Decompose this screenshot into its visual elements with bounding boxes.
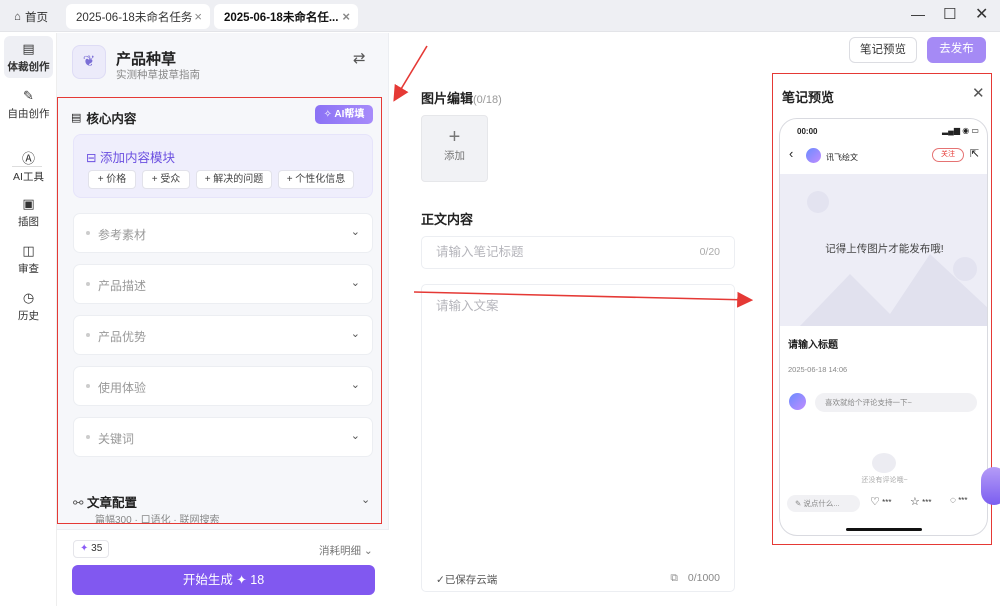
ai-help-button[interactable]: ✧ AI帮填 <box>315 105 373 124</box>
section-experience[interactable]: 使用体验 ⌄ <box>73 366 373 406</box>
left-nav: ▤ 体裁创作 ✎ 自由创作 Ⓐ AI工具 ▣ 插图 ◫ 审查 ◷ 历史 <box>0 33 57 606</box>
commenter-avatar <box>789 393 806 410</box>
chip-personal[interactable]: + 个性化信息 <box>278 170 354 189</box>
chevron-down-icon: ⌄ <box>350 277 360 289</box>
account-avatar <box>806 148 821 163</box>
comment-count: ◌ *** <box>950 495 968 506</box>
home-icon: ⌂ <box>14 10 21 23</box>
panel-subtitle: 实测种草拔草指南 <box>116 69 200 81</box>
star-count: ☆ *** <box>910 496 932 508</box>
note-title-input[interactable]: 请输入笔记标题 0/20 <box>421 236 735 269</box>
nav-free-writing[interactable]: ✎ 自由创作 <box>4 83 53 125</box>
swap-icon[interactable]: ⇄ <box>353 49 366 67</box>
section-description[interactable]: 产品描述 ⌄ <box>73 264 373 304</box>
image-placeholder: 记得上传图片才能发布哦! <box>780 174 987 326</box>
config-summary: 篇幅300 · 口语化 · 联网搜索 <box>95 515 220 526</box>
note-preview-panel: 笔记预览 ✕ 00:00 ▂▄▆ ◉ ▭ ‹ 讯飞绘文 关注 ⇱ 记得上传图片才… <box>767 65 1000 606</box>
nav-genre-writing[interactable]: ▤ 体裁创作 <box>4 36 53 78</box>
coin-icon: ✦ <box>236 573 247 587</box>
minimize-icon[interactable]: — <box>911 6 925 22</box>
coin-icon: ✦ <box>80 543 89 554</box>
image-icon: ▣ <box>22 196 35 211</box>
home-indicator <box>846 528 922 531</box>
pen-icon: ✎ <box>23 88 34 103</box>
close-icon[interactable]: × <box>342 9 350 24</box>
note-preview-button[interactable]: 笔记预览 <box>849 37 917 63</box>
share-icon: ⇱ <box>970 148 980 160</box>
title-bar: ⌂ 首页 2025-06-18未命名任务 × 2025-06-18未命名任... × … <box>0 0 1000 32</box>
copy-icon[interactable]: ⧉ <box>670 572 678 584</box>
generate-button[interactable]: 开始生成 ✦ 18 <box>72 565 375 595</box>
tab-task-1[interactable]: 2025-06-18未命名任务 × <box>66 4 210 29</box>
bookmark-icon: ⊟ <box>86 151 100 165</box>
config-heading[interactable]: ⚯ 文章配置 <box>73 492 137 511</box>
body-count: ⧉ 0/1000 <box>670 572 720 584</box>
empty-illustration <box>872 453 896 473</box>
wand-icon: ✧ <box>323 109 335 120</box>
star-icon: ☆ <box>910 496 920 508</box>
nav-review[interactable]: ◫ 审查 <box>4 238 53 280</box>
add-image-button[interactable]: + 添加 <box>421 115 488 182</box>
say-something: ✎ 说点什么... <box>787 495 860 512</box>
chevron-down-icon: ⌄ <box>350 430 360 442</box>
consume-detail-link[interactable]: 消耗明细 ⌄ <box>319 543 373 558</box>
chevron-down-icon: ⌄ <box>350 379 360 391</box>
save-status: ✓已保存云端 <box>436 574 498 586</box>
sprout-icon: ❦ <box>72 45 106 79</box>
book-icon: ▤ <box>22 41 35 56</box>
chip-problem[interactable]: + 解决的问题 <box>196 170 272 189</box>
tab-home[interactable]: ⌂ 首页 <box>6 4 60 29</box>
section-reference[interactable]: 参考素材 ⌄ <box>73 213 373 253</box>
chevron-down-icon: ⌄ <box>350 226 360 238</box>
plus-icon: + <box>448 126 461 148</box>
close-icon[interactable]: × <box>194 9 202 24</box>
history-icon: ◷ <box>22 290 35 305</box>
nav-history[interactable]: ◷ 历史 <box>4 285 53 327</box>
like-count: ♡ *** <box>870 496 892 508</box>
heart-icon: ♡ <box>870 496 880 508</box>
settings-icon: ⚯ <box>73 496 87 510</box>
note-body-input[interactable]: 请输入文案 ✓已保存云端 ⧉ 0/1000 <box>421 284 735 592</box>
chip-price[interactable]: + 价格 <box>88 170 136 189</box>
chevron-down-icon[interactable]: ⌄ <box>361 493 370 506</box>
close-icon[interactable]: ✕ <box>972 84 985 102</box>
tab-task-2[interactable]: 2025-06-18未命名任... × <box>214 4 358 29</box>
core-content-heading: ▤ 核心内容 <box>71 112 137 126</box>
comment-icon: ◌ <box>950 495 956 506</box>
panel-title: 产品种草 <box>116 51 177 68</box>
follow-badge: 关注 <box>932 148 964 162</box>
body-heading: 正文内容 <box>421 212 474 227</box>
add-module-box: ⊟ 添加内容模块 + 价格 + 受众 + 解决的问题 + 个性化信息 <box>73 134 373 198</box>
preview-heading: 笔记预览 <box>782 90 835 105</box>
chevron-down-icon: ⌄ <box>350 328 360 340</box>
credit-count: ✦ 35 <box>73 540 110 558</box>
maximize-icon[interactable]: ☐ <box>943 5 956 23</box>
ai-icon: Ⓐ <box>21 151 35 166</box>
generate-bar: ✦ 35 消耗明细 ⌄ 开始生成 ✦ 18 <box>57 529 389 606</box>
section-keywords[interactable]: 关键词 ⌄ <box>73 417 373 457</box>
nav-illustration[interactable]: ▣ 插图 <box>4 191 53 233</box>
add-module-link[interactable]: ⊟ 添加内容模块 <box>86 147 175 166</box>
nav-ai-tools[interactable]: Ⓐ AI工具 <box>4 143 53 185</box>
close-window-icon[interactable]: ✕ <box>975 4 988 24</box>
publish-button[interactable]: 去发布 <box>927 37 986 63</box>
phone-mockup: 00:00 ▂▄▆ ◉ ▭ ‹ 讯飞绘文 关注 ⇱ 记得上传图片才能发布哦! 请… <box>779 118 988 536</box>
check-icon: ✓ <box>436 574 445 586</box>
back-icon: ‹ <box>789 146 794 161</box>
document-icon: ▤ <box>71 112 82 124</box>
editor-panel: 图片编辑(0/18) + 添加 正文内容 请输入笔记标题 0/20 请输入文案 ✓已… <box>390 33 765 606</box>
floating-assistant[interactable] <box>981 467 1000 505</box>
status-icons: ▂▄▆ ◉ ▭ <box>942 126 979 135</box>
image-edit-heading: 图片编辑(0/18) <box>421 91 502 106</box>
chip-audience[interactable]: + 受众 <box>142 170 190 189</box>
review-icon: ◫ <box>22 243 35 258</box>
genre-panel: ❦ 产品种草 实测种草拔草指南 ⇄ ▤ 核心内容 ✧ AI帮填 ⊟ 添加内容模块 … <box>57 33 389 606</box>
section-advantages[interactable]: 产品优势 ⌄ <box>73 315 373 355</box>
